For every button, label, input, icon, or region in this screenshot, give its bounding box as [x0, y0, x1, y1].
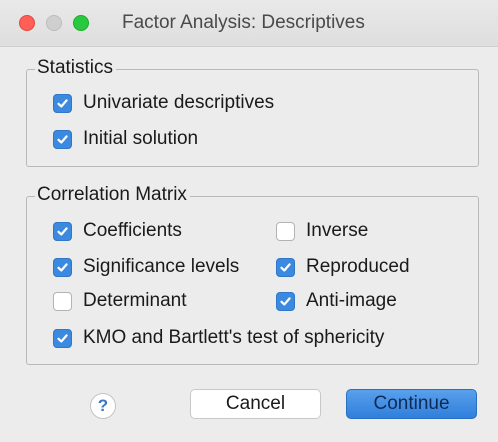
checkbox-box[interactable]: [276, 257, 295, 277]
checkbox-box[interactable]: [53, 257, 72, 277]
help-button[interactable]: ?: [90, 393, 116, 419]
statistics-group: [26, 69, 479, 167]
checkbox-determinant[interactable]: Determinant: [53, 290, 187, 312]
checkbox-label: Initial solution: [83, 128, 199, 149]
checkbox-box[interactable]: [53, 93, 72, 113]
checkbox-inverse[interactable]: Inverse: [276, 220, 368, 242]
checkmark-icon: [57, 226, 68, 236]
continue-button[interactable]: Continue: [346, 389, 477, 419]
correlation-matrix-legend: Correlation Matrix: [35, 184, 190, 206]
checkmark-icon: [57, 134, 68, 144]
checkmark-icon: [57, 98, 68, 108]
checkmark-icon: [280, 262, 291, 272]
window-title: Factor Analysis: Descriptives: [122, 12, 365, 33]
checkbox-label: Significance levels: [83, 256, 240, 277]
checkbox-label: Anti-image: [306, 290, 397, 311]
minimize-window-button[interactable]: [46, 15, 62, 31]
checkbox-label: KMO and Bartlett's test of sphericity: [83, 327, 385, 348]
checkbox-label: Inverse: [306, 220, 369, 241]
checkbox-label: Determinant: [83, 290, 187, 311]
checkmark-icon: [280, 296, 291, 306]
checkbox-box[interactable]: [53, 291, 72, 311]
checkbox-initial-solution[interactable]: Initial solution: [53, 128, 198, 150]
checkbox-box[interactable]: [53, 221, 72, 241]
checkbox-label: Univariate descriptives: [83, 92, 275, 113]
checkbox-box[interactable]: [53, 328, 72, 348]
checkbox-univariate-descriptives[interactable]: Univariate descriptives: [53, 92, 274, 114]
checkmark-icon: [57, 262, 68, 272]
checkbox-significance-levels[interactable]: Significance levels: [53, 256, 239, 278]
checkbox-anti-image[interactable]: Anti-image: [276, 290, 397, 312]
checkbox-kmo-bartlett[interactable]: KMO and Bartlett's test of sphericity: [53, 327, 384, 349]
title-bar: Factor Analysis: Descriptives: [0, 0, 498, 47]
checkmark-icon: [57, 333, 68, 343]
question-mark-icon: ?: [97, 396, 109, 415]
close-window-button[interactable]: [19, 15, 35, 31]
checkbox-box[interactable]: [53, 129, 72, 149]
checkbox-box[interactable]: [276, 221, 295, 241]
statistics-legend: Statistics: [35, 57, 117, 79]
checkbox-reproduced[interactable]: Reproduced: [276, 256, 410, 278]
checkbox-box[interactable]: [276, 291, 295, 311]
dialog-window: Factor Analysis: Descriptives Statistics…: [0, 0, 498, 442]
cancel-button[interactable]: Cancel: [190, 389, 321, 419]
checkbox-label: Reproduced: [306, 256, 410, 277]
zoom-window-button[interactable]: [73, 15, 89, 31]
checkbox-coefficients[interactable]: Coefficients: [53, 220, 182, 242]
checkbox-label: Coefficients: [83, 220, 182, 241]
